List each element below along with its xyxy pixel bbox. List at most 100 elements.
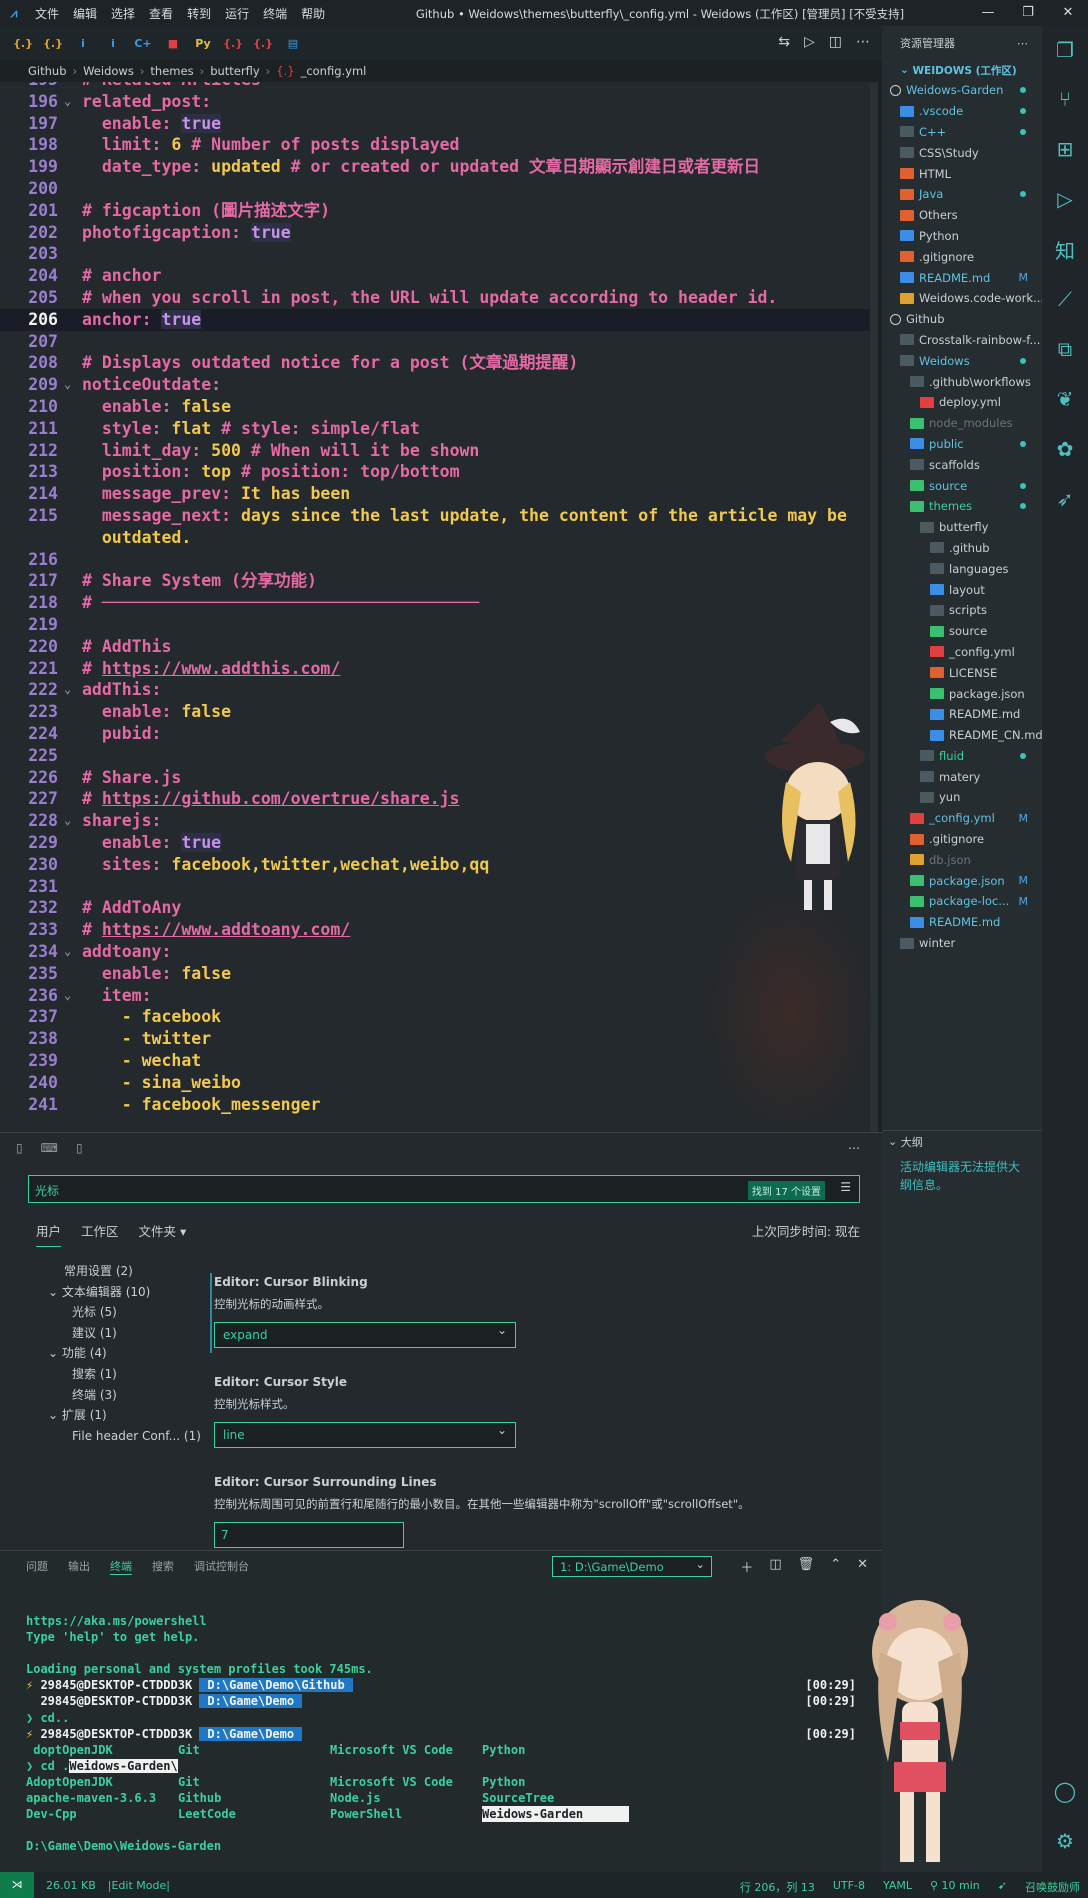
tree-item[interactable]: package.json M	[882, 870, 1042, 891]
editor-tab-icon[interactable]: {.}	[38, 37, 68, 50]
remote-icon[interactable]: ⋊	[0, 1872, 34, 1898]
tree-item[interactable]: Java	[882, 184, 1042, 205]
terminal-selector[interactable]: 1: D:\Game\Demo	[552, 1556, 712, 1577]
tree-item[interactable]: source	[882, 475, 1042, 496]
menu-item[interactable]: 编辑	[73, 7, 97, 21]
tree-item[interactable]: _config.yml M	[882, 808, 1042, 829]
breadcrumb-item[interactable]: Github	[28, 64, 67, 78]
outline-header[interactable]: ⌄ 大纲	[882, 1130, 1042, 1152]
chart-icon[interactable]: ⟋	[1042, 274, 1088, 324]
account-icon[interactable]: ◯	[1042, 1766, 1088, 1816]
add-terminal-icon[interactable]: ＋	[740, 1557, 753, 1576]
tree-item[interactable]: .github\workflows	[882, 371, 1042, 392]
zhihu-icon[interactable]: 知	[1042, 224, 1088, 274]
settings-toc-item[interactable]: 光标 (5)	[72, 1302, 201, 1323]
fold-chevron-icon[interactable]: ⌄	[64, 941, 71, 963]
explorer-icon[interactable]: ❐	[1042, 26, 1088, 74]
tree-item[interactable]: README.md	[882, 912, 1042, 933]
language-mode[interactable]: YAML	[883, 1879, 912, 1895]
paw-icon[interactable]: ✿	[1042, 424, 1088, 474]
more-actions-icon[interactable]: ⋯	[856, 34, 870, 50]
breadcrumb-item[interactable]: themes	[150, 64, 193, 78]
tree-item[interactable]: README_CN.md	[882, 725, 1042, 746]
restore-icon[interactable]: ❐	[1008, 0, 1048, 26]
tree-item[interactable]: Python	[882, 226, 1042, 247]
settings-toc-item[interactable]: ⌄ 功能 (4)	[48, 1343, 201, 1364]
tree-item[interactable]: README.md	[882, 704, 1042, 725]
tree-item[interactable]: Weidows.code-work...	[882, 288, 1042, 309]
file-icon[interactable]: ▯	[16, 1141, 23, 1155]
settings-toc-item[interactable]: 常用设置 (2)	[64, 1261, 201, 1282]
fold-chevron-icon[interactable]: ⌄	[64, 985, 71, 1007]
fold-chevron-icon[interactable]: ⌄	[64, 374, 71, 396]
tree-item[interactable]: scaffolds	[882, 454, 1042, 475]
tree-item[interactable]: fluid	[882, 746, 1042, 767]
editor-tab-icon[interactable]: i	[98, 37, 128, 50]
menu-item[interactable]: 查看	[149, 7, 173, 21]
panel-tab[interactable]: 搜索	[152, 1558, 174, 1574]
tab-workspace[interactable]: 工作区	[81, 1221, 119, 1247]
settings-toc-item[interactable]: 搜索 (1)	[72, 1364, 201, 1385]
setting-input[interactable]: 7	[214, 1522, 404, 1548]
menu-item[interactable]: 选择	[111, 7, 135, 21]
tree-item[interactable]: package.json	[882, 683, 1042, 704]
close-icon[interactable]: ✕	[857, 1557, 868, 1576]
menu-item[interactable]: 运行	[225, 7, 249, 21]
close-icon[interactable]: ✕	[1048, 0, 1088, 26]
chevron-up-icon[interactable]: ⌃	[830, 1557, 841, 1576]
tree-item[interactable]: matery	[882, 766, 1042, 787]
tab-user[interactable]: 用户	[36, 1221, 62, 1247]
cursor-position[interactable]: 行 206，列 13	[740, 1879, 815, 1895]
timer[interactable]: ⚲ 10 min	[930, 1879, 980, 1895]
run-debug-icon[interactable]: ▷	[1042, 174, 1088, 224]
editor-tab-icon[interactable]: {.}	[248, 37, 278, 50]
tree-item[interactable]: HTML	[882, 163, 1042, 184]
tree-item[interactable]: deploy.yml	[882, 392, 1042, 413]
setting-select[interactable]: expand	[214, 1322, 516, 1348]
tree-item[interactable]: .github	[882, 538, 1042, 559]
more-actions-icon[interactable]: ⋯	[848, 1141, 860, 1155]
more-actions-icon[interactable]: ⋯	[1017, 37, 1028, 50]
panel-tab[interactable]: 终端	[110, 1558, 132, 1575]
fold-chevron-icon[interactable]: ⌄	[64, 679, 71, 701]
terminal-output[interactable]: https://aka.ms/powershell Type 'help' to …	[26, 1613, 856, 1854]
panel-tab[interactable]: 调试控制台	[194, 1558, 249, 1574]
copy-icon[interactable]: ⧉	[1042, 324, 1088, 374]
split-editor-icon[interactable]: ◫	[829, 34, 842, 50]
tree-item[interactable]: node_modules	[882, 413, 1042, 434]
leaf-icon[interactable]: ❦	[1042, 374, 1088, 424]
fold-chevron-icon[interactable]: ⌄	[64, 91, 71, 113]
breadcrumb-item[interactable]: _config.yml	[301, 64, 367, 78]
extensions-icon[interactable]: ⊞	[1042, 124, 1088, 174]
breadcrumb-item[interactable]: Weidows	[83, 64, 134, 78]
file-icon[interactable]: ▯	[76, 1141, 83, 1155]
code-editor[interactable]: 195# Related Articles196⌄related_post:19…	[0, 82, 878, 1132]
tree-item[interactable]: db.json	[882, 849, 1042, 870]
panel-tab[interactable]: 问题	[26, 1558, 48, 1574]
compare-icon[interactable]: ⇆	[778, 34, 790, 50]
editor-tab-icon[interactable]: ▤	[278, 37, 308, 50]
editor-tab-icon[interactable]: ■	[158, 37, 188, 50]
split-terminal-icon[interactable]: ◫	[769, 1557, 781, 1576]
tree-item[interactable]: scripts	[882, 600, 1042, 621]
settings-toc-item[interactable]: 终端 (3)	[72, 1385, 201, 1406]
trash-icon[interactable]: 🗑	[798, 1557, 815, 1576]
menu-item[interactable]: 文件	[35, 7, 59, 21]
settings-toc-item[interactable]: ⌄ 扩展 (1)	[48, 1405, 201, 1426]
editor-scrollbar[interactable]	[870, 82, 878, 1132]
editor-tab-icon[interactable]: i	[68, 37, 98, 50]
bird-icon[interactable]: ➶	[1042, 474, 1088, 524]
settings-toc-item[interactable]: 建议 (1)	[72, 1323, 201, 1344]
rocket-icon[interactable]: ➹	[998, 1879, 1007, 1895]
tree-item[interactable]: LICENSE	[882, 662, 1042, 683]
tree-item[interactable]: Weidows-Garden	[882, 80, 1042, 101]
editor-tab-icon[interactable]: C+	[128, 37, 158, 50]
editor-tab-icon[interactable]: {.}	[8, 37, 38, 50]
settings-toc-item[interactable]: File header Conf... (1)	[72, 1426, 201, 1447]
tree-item[interactable]: themes	[882, 496, 1042, 517]
tree-item[interactable]: butterfly	[882, 517, 1042, 538]
tree-item[interactable]: C++	[882, 122, 1042, 143]
tree-item[interactable]: .vscode	[882, 101, 1042, 122]
encourager-button[interactable]: 召唤鼓励师	[1025, 1879, 1080, 1895]
tree-item[interactable]: _config.yml	[882, 642, 1042, 663]
